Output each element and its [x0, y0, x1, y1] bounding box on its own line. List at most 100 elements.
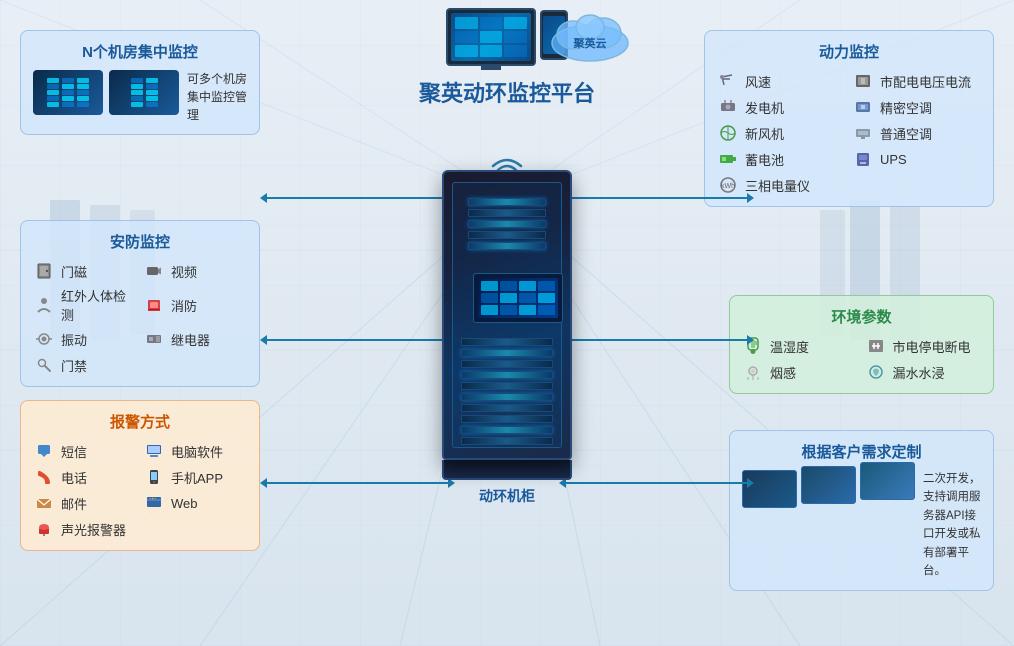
- arrow-top-left: [260, 193, 455, 203]
- security-item-vibration: 振动: [33, 328, 137, 350]
- devices-display: 聚英云: [446, 8, 568, 66]
- cabinet-slot: [468, 220, 546, 228]
- phone-label: 电话: [61, 468, 87, 487]
- panel-datacenter: N个机房集中监控: [20, 30, 260, 135]
- cabinet-slots-lower: [461, 338, 553, 445]
- door-sensor-icon: [33, 260, 55, 282]
- alarm-item-mobile: 手机APP: [143, 466, 247, 488]
- alarm-item-phone: 电话: [33, 466, 137, 488]
- main-container: 聚英云 聚英动环监控平台: [0, 0, 1014, 646]
- video-label: 视频: [171, 262, 197, 281]
- platform-title: 聚英动环监控平台: [419, 76, 595, 108]
- alarm-item-web: Web: [143, 492, 247, 514]
- power-item-precision-ac: 精密空调: [852, 96, 981, 118]
- panel-power-title: 动力监控: [717, 41, 981, 62]
- power-item-wind: 风速: [717, 70, 846, 92]
- generator-icon: [717, 96, 739, 118]
- custom-screen-1: [742, 470, 797, 508]
- arrow-top-right: [559, 193, 754, 203]
- power-dist-icon: [852, 70, 874, 92]
- email-label: 邮件: [61, 494, 87, 513]
- power-item-normal-ac: 普通空调: [852, 122, 981, 144]
- fire-label: 消防: [171, 296, 197, 315]
- phone-icon: [33, 466, 55, 488]
- datacenter-content: 可多个机房集中监控管理: [33, 70, 247, 124]
- web-icon: [143, 492, 165, 514]
- power-cut-icon: [865, 335, 887, 357]
- monitor-screen-content: [451, 13, 531, 61]
- power-item-power-dist: 市配电电压电流: [852, 70, 981, 92]
- cloud-icon: 聚英云: [548, 5, 633, 65]
- fresh-air-label: 新风机: [745, 124, 784, 143]
- vibration-label: 振动: [61, 330, 87, 349]
- fresh-air-icon: [717, 122, 739, 144]
- cabinet-label: 动环机柜: [442, 486, 572, 506]
- battery-label: 蓄电池: [745, 150, 784, 169]
- power-item-ups: UPS: [852, 148, 981, 170]
- wind-icon: [717, 70, 739, 92]
- access-label: 门禁: [61, 356, 87, 375]
- normal-ac-icon: [852, 122, 874, 144]
- rack-display-2: [131, 78, 158, 107]
- datacenter-image-1: [33, 70, 103, 115]
- sms-label: 短信: [61, 442, 87, 461]
- env-item-smoke: 烟感: [742, 361, 859, 383]
- monitor-cell: [480, 17, 503, 29]
- cabinet-slot: [468, 198, 546, 206]
- mobile-app-icon: [143, 466, 165, 488]
- arrow-mid-left: [260, 335, 455, 345]
- alarm-item-sms: 短信: [33, 440, 137, 462]
- custom-description: 二次开发，支持调用服务器API接口开发或私有部署平台。: [923, 470, 981, 580]
- datacenter-image-2: [109, 70, 179, 115]
- ir-label: 红外人体检测: [61, 286, 137, 324]
- arrow-head-left: [260, 335, 267, 345]
- security-item-door-sensor: 门磁: [33, 260, 137, 282]
- sms-icon: [33, 440, 55, 462]
- custom-screen-3: [860, 462, 915, 500]
- temp-humid-label: 温湿度: [770, 337, 809, 356]
- smoke-icon: [742, 361, 764, 383]
- monitor-cell: [504, 31, 527, 43]
- panel-alarm-title: 报警方式: [33, 411, 247, 432]
- arrow-head-right: [747, 335, 754, 345]
- panel-custom: 根据客户需求定制 二次开发，支持调用服务器API接口开发或私有部署平台。: [729, 430, 994, 591]
- alarm-item-light: 声光报警器: [33, 518, 137, 540]
- precision-ac-label: 精密空调: [880, 98, 932, 117]
- arrow-bot-left: [260, 478, 455, 488]
- panel-power: 动力监控 风速 市配电电压电流 发电机: [704, 30, 994, 207]
- env-items: 温湿度 市电停电断电 烟感 漏水水浸: [742, 335, 981, 383]
- battery-icon: [717, 148, 739, 170]
- panel-env: 环境参数 温湿度 市电停电断电 烟感: [729, 295, 994, 394]
- custom-screen-2: [801, 466, 856, 504]
- power-item-generator: 发电机: [717, 96, 846, 118]
- alarm-item-email: 邮件: [33, 492, 137, 514]
- normal-ac-label: 普通空调: [880, 124, 932, 143]
- monitor-cell: [504, 45, 527, 57]
- cloud-label: 聚英云: [572, 36, 606, 50]
- pc-software-icon: [143, 440, 165, 462]
- arrow-line: [566, 339, 747, 341]
- power-cut-label: 市电停电断电: [893, 337, 971, 356]
- three-phase-label: 三相电量仪: [745, 176, 810, 195]
- power-items: 风速 市配电电压电流 发电机 精密空调: [717, 70, 981, 196]
- mobile-app-label: 手机APP: [171, 468, 223, 487]
- ir-icon: [33, 294, 55, 316]
- pc-software-label: 电脑软件: [171, 442, 223, 461]
- env-item-power-cut: 市电停电断电: [865, 335, 982, 357]
- power-item-fresh-air: 新风机: [717, 122, 846, 144]
- email-icon: [33, 492, 55, 514]
- vibration-icon: [33, 328, 55, 350]
- water-leak-label: 漏水水浸: [893, 363, 945, 382]
- panel-security-title: 安防监控: [33, 231, 247, 252]
- alarm-light-icon: [33, 518, 55, 540]
- svg-text:kWh: kWh: [721, 183, 735, 190]
- cabinet-body: [442, 170, 572, 460]
- arrow-line: [566, 482, 747, 484]
- monitor-cell: [504, 17, 527, 29]
- panel-datacenter-title: N个机房集中监控: [33, 41, 247, 62]
- arrow-bot-right: [559, 478, 754, 488]
- ups-icon: [852, 148, 874, 170]
- rack-display-1: [47, 78, 89, 107]
- panel-env-title: 环境参数: [742, 306, 981, 327]
- security-item-access: 门禁: [33, 354, 137, 376]
